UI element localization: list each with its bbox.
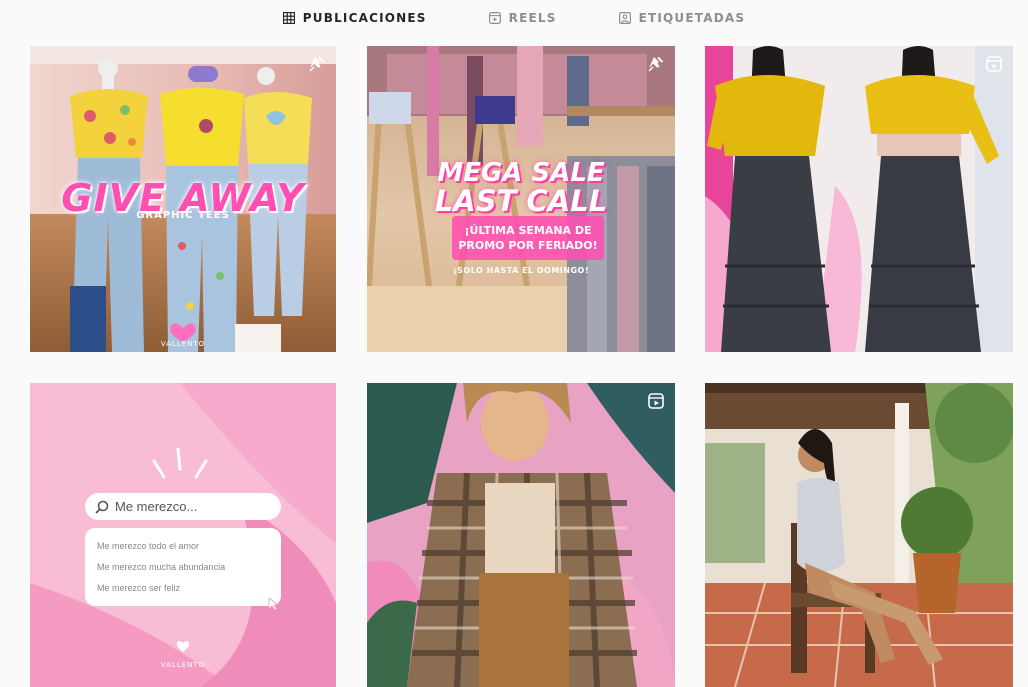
tab-label: PUBLICACIONES <box>302 11 427 25</box>
post-tile-patio[interactable] <box>705 383 1013 687</box>
profile-tabs: PUBLICACIONES REELS ETIQUETADAS <box>0 0 1028 36</box>
pin-icon <box>648 56 664 72</box>
tab-reels[interactable]: REELS <box>488 0 557 36</box>
heart-logo-icon <box>176 641 190 652</box>
search-box: Me merezco... <box>85 493 281 520</box>
suggestion-list: Me merezco todo el amor Me merezco mucha… <box>85 528 281 606</box>
giveaway-subline: GRAPHIC TEES <box>136 210 230 221</box>
tab-label: REELS <box>508 11 557 25</box>
tab-publicaciones[interactable]: PUBLICACIONES <box>282 0 427 36</box>
brand-label: VALLENTO <box>160 661 206 669</box>
search-text: Me merezco... <box>115 499 198 514</box>
post-tile-reel-outfits[interactable] <box>705 46 1013 352</box>
suggestion-item: Me merezco ser feliz <box>97 583 181 593</box>
promo-line-1: ¡ÚLTIMA SEMANA DE <box>464 224 592 237</box>
grid-icon <box>282 12 295 24</box>
suggestion-item: Me merezco mucha abundancia <box>97 562 226 572</box>
reel-icon <box>986 56 1002 72</box>
models-photo <box>705 46 1013 352</box>
tab-label: ETIQUETADAS <box>638 11 746 25</box>
post-tile-mega-sale[interactable]: MEGA SALE LAST CALL ¡ÚLTIMA SEMANA DE PR… <box>367 46 675 352</box>
last-call-headline: LAST CALL <box>434 184 608 218</box>
suggestion-item: Me merezco todo el amor <box>97 541 200 551</box>
tagged-icon <box>618 12 631 24</box>
patio-photo <box>705 383 1013 687</box>
plaid-photo <box>367 383 675 687</box>
promo-banner: ¡ÚLTIMA SEMANA DE PROMO POR FERIADO! <box>452 216 604 260</box>
promo-line-2: PROMO POR FERIADO! <box>458 239 598 252</box>
promo-subtext: ¡SOLO HASTA EL DOMINGO! <box>452 266 589 275</box>
tab-etiquetadas[interactable]: ETIQUETADAS <box>618 0 746 36</box>
reel-icon <box>648 393 664 409</box>
search-icon <box>95 500 109 514</box>
post-tile-reel-plaid[interactable] <box>367 383 675 687</box>
reels-icon <box>488 12 501 24</box>
brand-label: VALLENTO <box>160 340 206 348</box>
post-tile-me-merezco[interactable]: Me merezco... Me merezco todo el amor Me… <box>30 383 336 687</box>
cursor-icon <box>268 597 280 611</box>
pin-icon <box>309 56 325 72</box>
post-tile-giveaway[interactable]: GIVE AWAY GRAPHIC TEES VALLENTO <box>30 46 336 352</box>
